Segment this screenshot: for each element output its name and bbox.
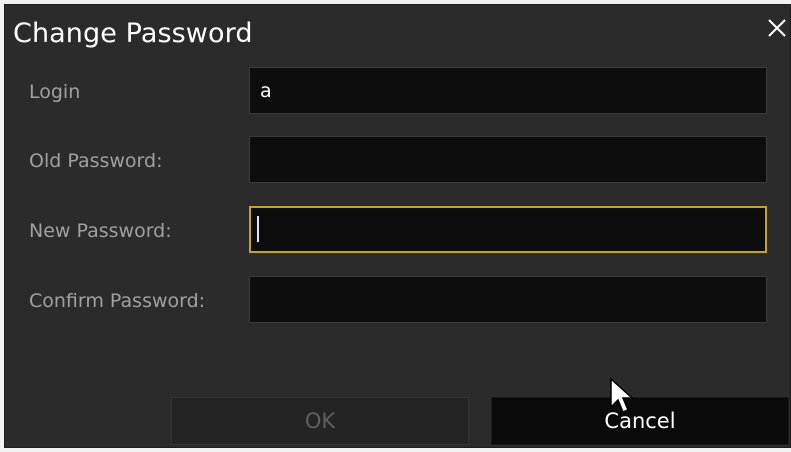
new-password-row: New Password:: [5, 206, 790, 256]
confirm-password-label: Confirm Password:: [29, 290, 206, 312]
old-password-row: Old Password:: [5, 136, 790, 186]
dialog-title: Change Password: [13, 18, 253, 49]
cancel-button[interactable]: Cancel: [491, 397, 789, 445]
login-field[interactable]: [249, 67, 767, 114]
text-caret: [257, 216, 259, 242]
change-password-dialog: Change Password Login Old Password: New …: [4, 4, 791, 448]
confirm-password-row: Confirm Password:: [5, 276, 790, 326]
login-row: Login: [5, 67, 790, 117]
new-password-field[interactable]: [249, 206, 767, 253]
old-password-field[interactable]: [249, 136, 767, 183]
old-password-label: Old Password:: [29, 150, 163, 172]
close-icon: [768, 19, 786, 37]
close-button[interactable]: [766, 17, 788, 39]
login-label: Login: [29, 81, 81, 103]
confirm-password-field[interactable]: [249, 276, 767, 323]
ok-button[interactable]: OK: [171, 397, 469, 445]
dialog-titlebar: Change Password: [5, 5, 790, 57]
new-password-label: New Password:: [29, 220, 172, 242]
